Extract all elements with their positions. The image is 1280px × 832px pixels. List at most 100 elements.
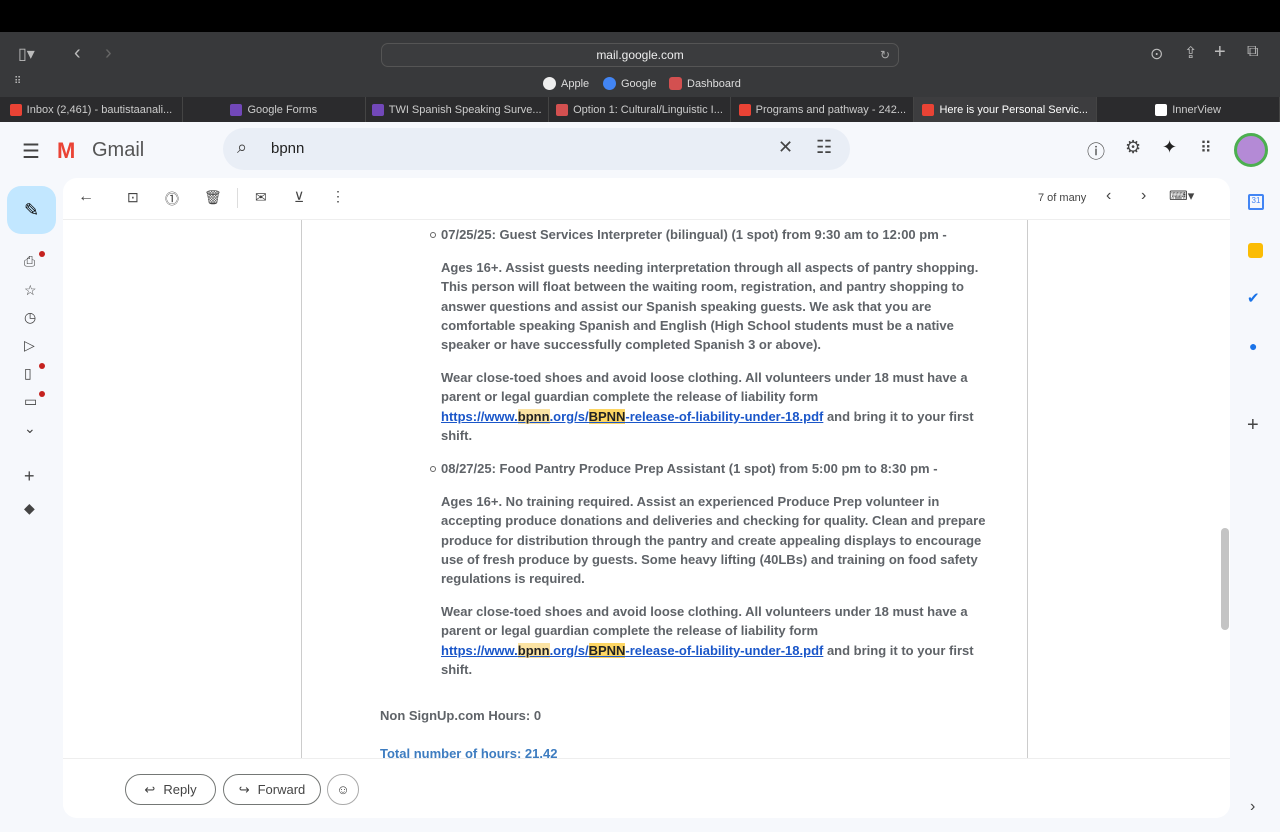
back-to-list-icon[interactable]: ← bbox=[78, 188, 94, 206]
tab-google-forms[interactable]: Google Forms bbox=[183, 97, 366, 122]
inbox-icon[interactable]: ⎙ bbox=[24, 253, 35, 270]
expand-panel-icon[interactable]: › bbox=[1250, 798, 1255, 816]
apps-icon[interactable]: ⠿ bbox=[1200, 138, 1212, 158]
search-options-icon[interactable]: ☷ bbox=[816, 137, 832, 158]
sent-icon[interactable]: ▷ bbox=[24, 337, 35, 354]
reply-icon: ↩ bbox=[144, 781, 156, 797]
link-part: .org/s/ bbox=[549, 642, 589, 658]
forward-icon[interactable]: › bbox=[105, 42, 112, 65]
bullet-icon bbox=[430, 232, 436, 238]
forward-icon: ↪ bbox=[238, 781, 250, 797]
forward-label: Forward bbox=[257, 782, 306, 797]
grid-icon[interactable]: ⠿ bbox=[14, 76, 21, 87]
shift-heading: 07/25/25: Guest Services Interpreter (bi… bbox=[441, 227, 947, 242]
clear-search-icon[interactable]: ✕ bbox=[778, 137, 793, 158]
content-border-left bbox=[301, 220, 302, 758]
search-icon[interactable]: ⌕ bbox=[237, 137, 247, 158]
shift-description: Ages 16+. No training required. Assist a… bbox=[441, 494, 986, 587]
compose-button[interactable]: ✎ bbox=[7, 186, 56, 234]
get-addons-icon[interactable]: + bbox=[1247, 414, 1259, 437]
shift-description: Ages 16+. Assist guests needing interpre… bbox=[441, 260, 979, 353]
divider bbox=[63, 219, 1230, 220]
tab-personal-service[interactable]: Here is your Personal Servic... bbox=[914, 97, 1098, 122]
delete-icon[interactable]: 🗑 bbox=[204, 189, 222, 206]
menu-icon[interactable]: ☰ bbox=[22, 139, 40, 164]
favorite-google[interactable]: Google bbox=[603, 77, 656, 90]
create-label-icon[interactable]: + bbox=[24, 466, 35, 487]
more-chevron-icon[interactable]: ⌄ bbox=[24, 420, 36, 437]
liability-form-link[interactable]: https://www.bpnn.org/s/BPNN-release-of-l… bbox=[441, 408, 823, 424]
favorite-apple[interactable]: Apple bbox=[543, 77, 589, 90]
url-text: mail.google.com bbox=[596, 48, 684, 62]
move-to-icon[interactable]: ⊻ bbox=[294, 189, 304, 206]
tab-twi-survey[interactable]: TWI Spanish Speaking Surve... bbox=[366, 97, 549, 122]
forward-button[interactable]: ↪ Forward bbox=[223, 774, 321, 805]
tabs-overview-icon[interactable]: ⧉ bbox=[1247, 43, 1258, 61]
tab-label: Inbox (2,461) - bautistaanali... bbox=[26, 103, 173, 116]
favorite-dashboard[interactable]: Dashboard bbox=[669, 77, 741, 90]
tab-option-1[interactable]: Option 1: Cultural/Linguistic I... bbox=[549, 97, 732, 122]
search-bar[interactable]: ⌕ bpnn ✕ ☷ bbox=[223, 128, 850, 170]
unread-dot bbox=[39, 251, 45, 257]
unread-dot bbox=[39, 391, 45, 397]
purchases-icon[interactable]: ▭ bbox=[24, 393, 37, 410]
search-highlight: bpnn bbox=[517, 408, 550, 424]
link-part: https://www. bbox=[441, 408, 518, 424]
calendar-icon[interactable]: 31 bbox=[1248, 194, 1264, 210]
mark-unread-icon[interactable]: ✉ bbox=[255, 189, 267, 206]
avatar[interactable] bbox=[1234, 133, 1268, 167]
more-options-icon[interactable]: ⋮ bbox=[331, 188, 345, 205]
drafts-icon[interactable]: ▯ bbox=[24, 365, 32, 382]
bullet-icon bbox=[430, 466, 436, 473]
pager-text: 7 of many bbox=[1038, 192, 1087, 204]
starred-icon[interactable]: ☆ bbox=[24, 282, 37, 299]
tab-label: Option 1: Cultural/Linguistic I... bbox=[573, 103, 723, 116]
favorite-label: Apple bbox=[561, 77, 590, 90]
contacts-icon[interactable]: ● bbox=[1249, 338, 1257, 354]
back-icon[interactable]: ‹ bbox=[74, 42, 81, 65]
older-icon[interactable]: › bbox=[1141, 187, 1146, 205]
settings-icon[interactable]: ⚙ bbox=[1125, 137, 1141, 158]
link-part: https://www. bbox=[441, 642, 518, 658]
favorite-label: Google bbox=[621, 77, 657, 90]
emoji-reaction-button[interactable]: ☺ bbox=[327, 774, 359, 805]
search-input[interactable]: bpnn bbox=[271, 140, 304, 157]
shift-item: 08/27/25: Food Pantry Produce Prep Assis… bbox=[430, 459, 1001, 679]
requirements-text: Wear close-toed shoes and avoid loose cl… bbox=[441, 604, 968, 639]
tab-inbox[interactable]: Inbox (2,461) - bautistaanali... bbox=[0, 97, 183, 122]
download-icon[interactable]: ⊙ bbox=[1150, 44, 1163, 64]
shift-item: 07/25/25: Guest Services Interpreter (bi… bbox=[430, 225, 1001, 445]
scrollbar[interactable] bbox=[1221, 528, 1229, 630]
non-signup-hours: Non SignUp.com Hours: 0 bbox=[380, 708, 542, 723]
search-highlight: BPNN bbox=[588, 642, 626, 658]
report-spam-icon[interactable]: ⓵ bbox=[165, 189, 179, 209]
tab-innerview[interactable]: InnerView bbox=[1097, 97, 1280, 122]
gmail-logo-icon[interactable]: M bbox=[57, 138, 75, 164]
tab-programs[interactable]: Programs and pathway - 242... bbox=[731, 97, 915, 122]
input-tools-icon[interactable]: ⌨▾ bbox=[1169, 188, 1194, 204]
unread-dot bbox=[39, 363, 45, 369]
shift-requirements: Wear close-toed shoes and avoid loose cl… bbox=[441, 602, 1001, 679]
archive-icon[interactable]: ⊡ bbox=[127, 189, 139, 206]
reload-icon[interactable]: ↻ bbox=[880, 44, 890, 66]
label-icon[interactable]: ◆ bbox=[24, 500, 35, 517]
tab-label: TWI Spanish Speaking Surve... bbox=[388, 103, 542, 116]
share-icon[interactable]: ⇪ bbox=[1184, 43, 1197, 63]
keep-icon[interactable] bbox=[1248, 243, 1263, 258]
liability-form-link[interactable]: https://www.bpnn.org/s/BPNN-release-of-l… bbox=[441, 642, 823, 658]
snoozed-icon[interactable]: ◷ bbox=[24, 309, 36, 326]
tab-label: Google Forms bbox=[247, 103, 318, 116]
sidebar-toggle-icon[interactable]: ▯▾ bbox=[18, 44, 35, 64]
reply-button[interactable]: ↩ Reply bbox=[125, 774, 216, 805]
gemini-icon[interactable]: ✦ bbox=[1162, 137, 1177, 158]
newer-icon[interactable]: ‹ bbox=[1106, 187, 1111, 205]
new-tab-icon[interactable]: + bbox=[1214, 41, 1226, 64]
search-highlight: bpnn bbox=[517, 642, 550, 658]
search-highlight: BPNN bbox=[588, 408, 626, 424]
help-icon[interactable]: ⓘ bbox=[1087, 138, 1105, 164]
tasks-icon[interactable]: ✔ bbox=[1247, 289, 1260, 307]
emoji-icon: ☺ bbox=[336, 782, 350, 797]
divider bbox=[237, 188, 238, 208]
address-bar[interactable]: mail.google.com ↻ bbox=[381, 43, 899, 67]
tab-label: Here is your Personal Servic... bbox=[939, 103, 1088, 116]
